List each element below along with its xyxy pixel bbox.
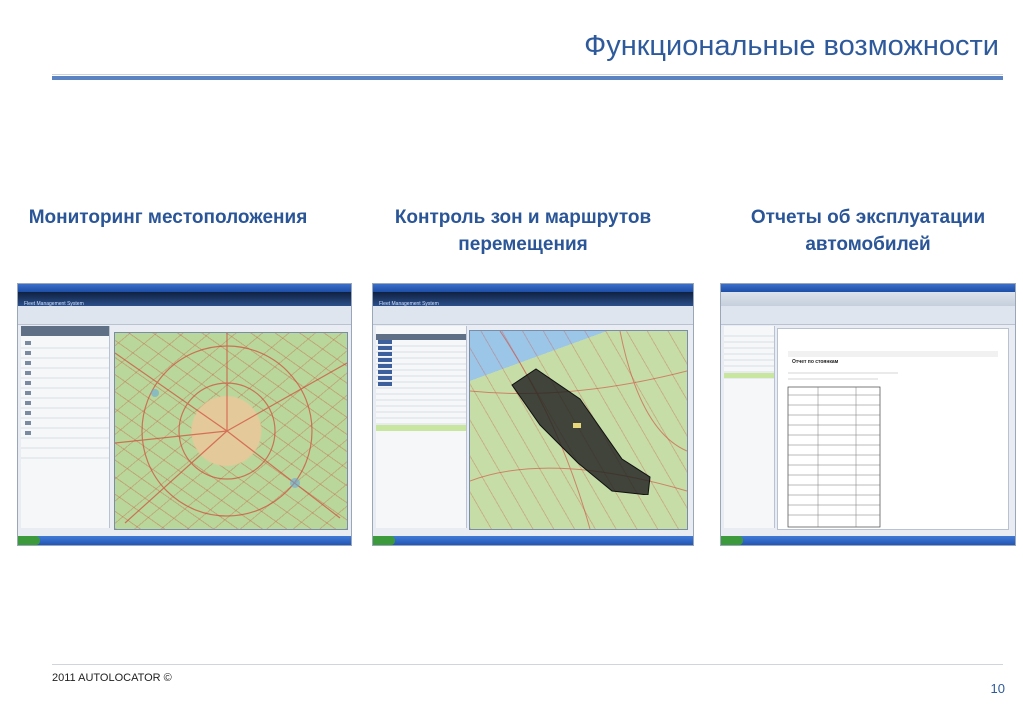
vehicle-list-panel [21, 326, 110, 528]
start-button [18, 536, 40, 545]
window-titlebar [18, 284, 351, 292]
caption-zones: Контроль зон и маршрутов перемещения [394, 207, 652, 255]
taskbar [18, 536, 351, 545]
vehicle-list-rows [21, 326, 109, 459]
title-thin-rule [52, 74, 1003, 75]
app-toolbar [373, 306, 693, 325]
report-list-rows [724, 335, 774, 379]
report-title: Отчет по стоянкам [792, 359, 839, 365]
slide-title: Функциональные возможности [584, 30, 999, 62]
report-list-panel [724, 326, 775, 528]
taskbar [373, 536, 693, 545]
screenshot-monitoring: Fleet Management System [17, 283, 352, 546]
zone-list-rows [376, 334, 466, 431]
caption-reports: Отчеты об эксплуатации автомобилей [750, 207, 986, 255]
zone-polygon [511, 368, 651, 495]
copyright: 2011 AUTOLOCATOR © [52, 672, 172, 684]
zone-list-panel [376, 326, 467, 528]
report-content: Отчет по стоянкам [777, 328, 1009, 530]
screenshot-reports: Отчет по стоянкам [720, 283, 1016, 546]
app-toolbar [18, 306, 351, 325]
window-titlebar [721, 284, 1015, 292]
page-number: 10 [990, 681, 1005, 696]
map-moscow [114, 332, 348, 530]
caption-monitoring: Мониторинг местоположения [28, 207, 308, 228]
window-titlebar [373, 284, 693, 292]
taskbar [721, 536, 1015, 545]
start-button [721, 536, 743, 545]
map-region [469, 330, 688, 530]
app-banner [721, 292, 1015, 306]
app-banner: Fleet Management System [373, 292, 693, 307]
screenshot-zones: Fleet Management System [372, 283, 694, 546]
title-rule [52, 76, 1003, 80]
app-name: Fleet Management System [379, 301, 439, 307]
app-name: Fleet Management System [24, 301, 84, 307]
start-button [373, 536, 395, 545]
app-toolbar [721, 306, 1015, 325]
map-roads [114, 333, 348, 524]
footer-rule [52, 664, 1003, 665]
app-banner: Fleet Management System [18, 292, 351, 307]
